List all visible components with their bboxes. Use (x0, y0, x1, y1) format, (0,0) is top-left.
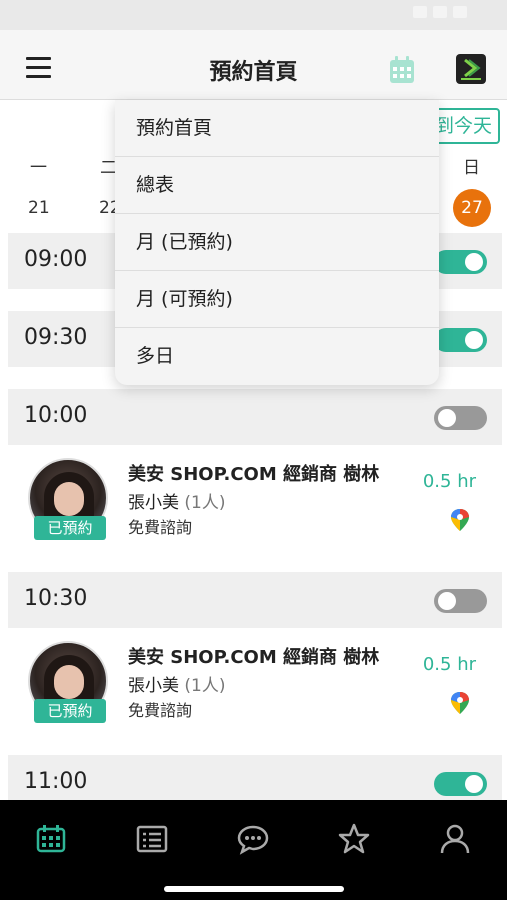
time-slot: 10:30 (8, 572, 502, 628)
weekday-mon: 一 (30, 158, 47, 178)
profile-icon[interactable] (438, 822, 472, 856)
calendar-icon[interactable] (34, 822, 68, 856)
app-screen: 預約首頁 一 二 日 21 22 27 到今天 09:00 09:30 10:0… (0, 0, 507, 900)
slot-time: 10:30 (24, 586, 88, 611)
service-name: 免費諮詢 (128, 701, 193, 720)
star-icon[interactable] (337, 822, 371, 856)
date-today[interactable]: 27 (453, 189, 491, 227)
customer-line: 張小美 (1人) (128, 488, 226, 513)
booking-card[interactable]: 已預約 美安 SHOP.COM 經銷商 樹林 張小美 (1人) 免費諮詢 0.5… (8, 629, 502, 747)
status-icons (397, 6, 467, 20)
menu-item-month-available[interactable]: 月 (可預約) (115, 271, 439, 328)
menu-item-overview[interactable]: 總表 (115, 157, 439, 214)
status-badge: 已預約 (34, 516, 106, 540)
menu-item-home[interactable]: 預約首頁 (115, 100, 439, 157)
weekday-sun: 日 (463, 158, 480, 178)
party-size: (1人) (184, 676, 226, 696)
google-maps-icon[interactable] (448, 508, 472, 532)
slot-time: 09:00 (24, 247, 88, 272)
bottom-nav (0, 800, 507, 900)
slot-toggle[interactable] (434, 772, 487, 796)
duration: 0.5 hr (422, 654, 476, 675)
menu-item-month-booked[interactable]: 月 (已預約) (115, 214, 439, 271)
party-size: (1人) (184, 493, 226, 513)
status-bar (0, 0, 507, 30)
menu-item-multi-day[interactable]: 多日 (115, 328, 439, 385)
time-slot: 11:00 (8, 755, 502, 800)
home-indicator[interactable] (164, 886, 344, 892)
date-21[interactable]: 21 (28, 198, 50, 218)
duration: 0.5 hr (422, 471, 476, 492)
slot-time: 09:30 (24, 325, 88, 350)
page-title: 預約首頁 (209, 60, 298, 85)
view-dropdown-menu: 預約首頁 總表 月 (已預約) 月 (可預約) 多日 (115, 100, 439, 385)
calendar-icon[interactable] (389, 56, 415, 84)
slot-time: 11:00 (24, 769, 88, 794)
slot-toggle[interactable] (434, 328, 487, 352)
slot-time: 10:00 (24, 403, 88, 428)
time-slot: 10:00 (8, 389, 502, 445)
status-badge: 已預約 (34, 699, 106, 723)
google-maps-icon[interactable] (448, 691, 472, 715)
slot-toggle[interactable] (434, 589, 487, 613)
ecfunfy-logo-icon[interactable] (456, 54, 486, 84)
shop-name: 美安 SHOP.COM 經銷商 樹林 (128, 647, 380, 668)
list-icon[interactable] (135, 822, 169, 856)
customer-name: 張小美 (128, 676, 179, 696)
slot-toggle[interactable] (434, 250, 487, 274)
shop-name: 美安 SHOP.COM 經銷商 樹林 (128, 464, 380, 485)
customer-line: 張小美 (1人) (128, 671, 226, 696)
go-to-today-button[interactable]: 到今天 (430, 108, 500, 144)
app-header: 預約首頁 (0, 30, 507, 100)
slot-toggle[interactable] (434, 406, 487, 430)
customer-name: 張小美 (128, 493, 179, 513)
service-name: 免費諮詢 (128, 518, 193, 537)
booking-card[interactable]: 已預約 美安 SHOP.COM 經銷商 樹林 張小美 (1人) 免費諮詢 0.5… (8, 446, 502, 564)
chat-icon[interactable] (236, 822, 270, 856)
